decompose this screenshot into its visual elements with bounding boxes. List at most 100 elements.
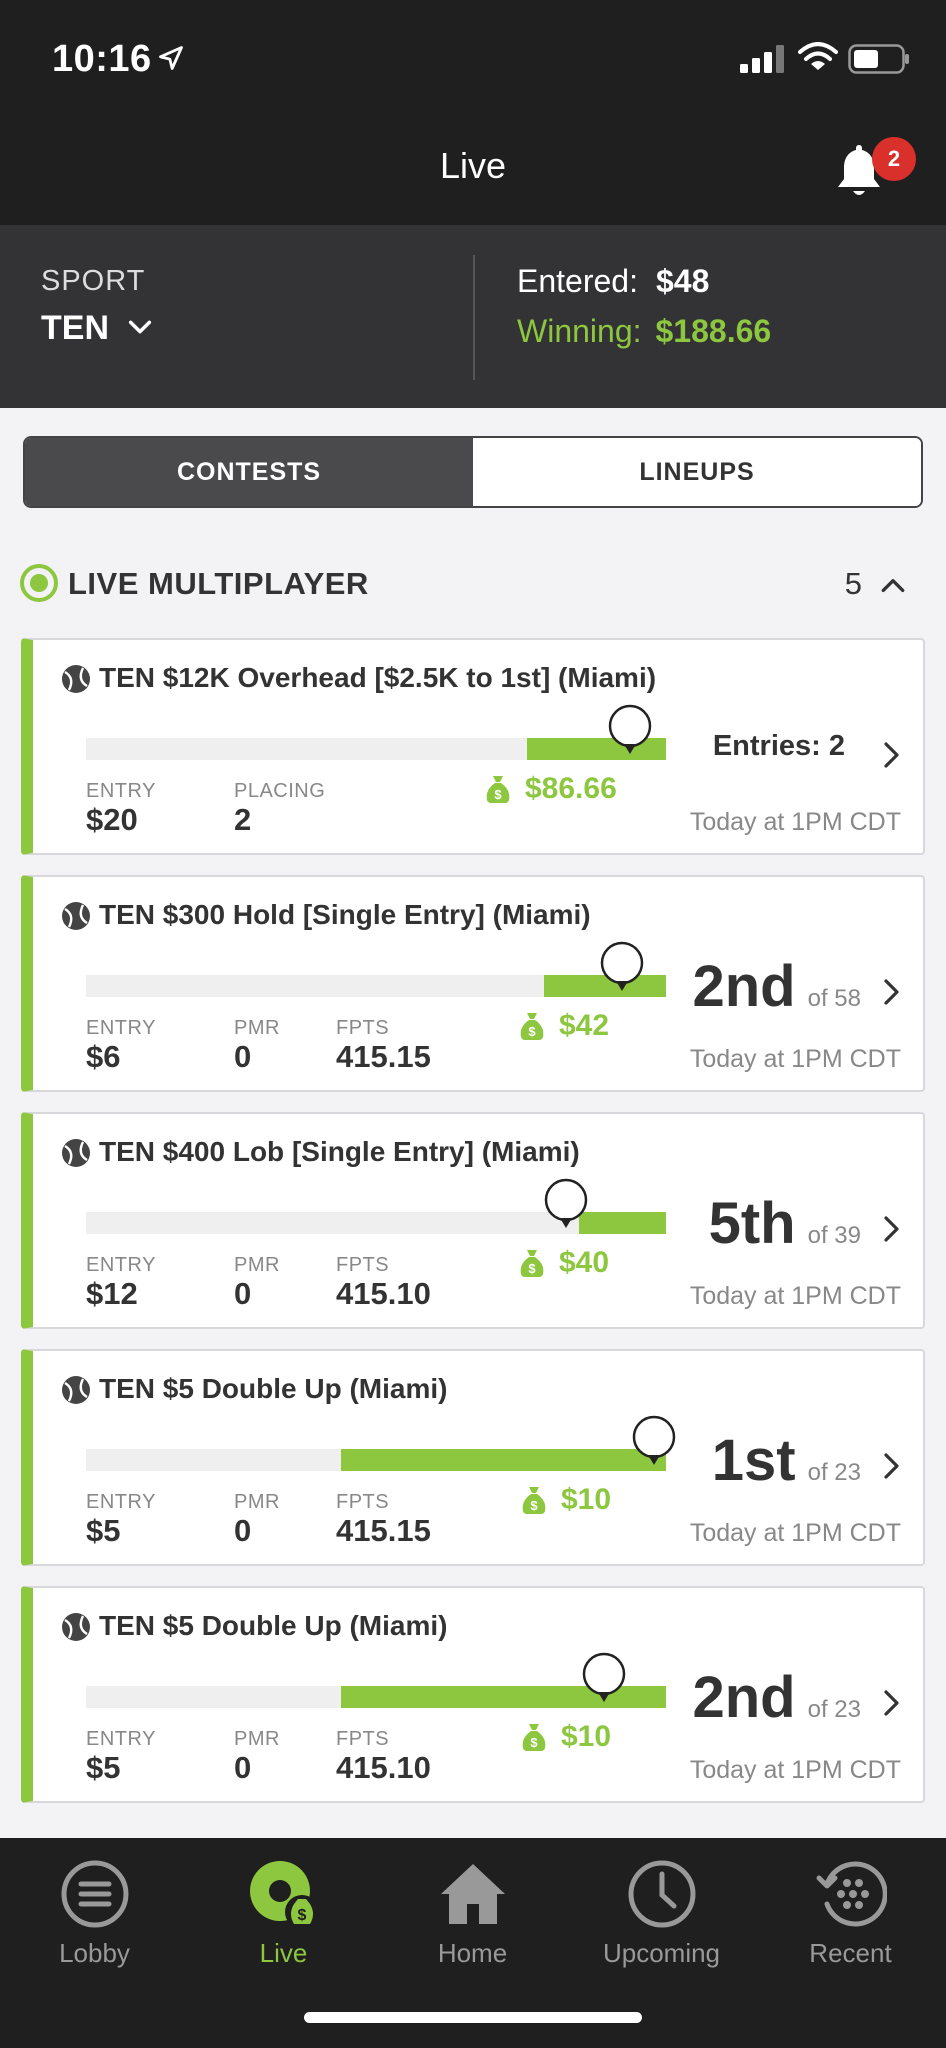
stat-label: ENTRY bbox=[86, 1017, 156, 1039]
stat-value: 2 bbox=[234, 802, 252, 837]
tab-upcoming[interactable]: Upcoming bbox=[567, 1858, 756, 1969]
stat-value: $6 bbox=[86, 1039, 121, 1074]
stat-value: 0 bbox=[234, 1513, 252, 1548]
tennis-ball-icon bbox=[62, 1139, 90, 1167]
live-multiplayer-header[interactable]: LIVE MULTIPLAYER 5 bbox=[20, 560, 926, 608]
rank-of-total: of 23 bbox=[807, 1696, 861, 1723]
rank-value: 2nd bbox=[692, 954, 796, 1019]
stat-label: ENTRY bbox=[86, 1728, 156, 1750]
tab-recent[interactable]: Recent bbox=[756, 1858, 945, 1969]
pin-marker-icon bbox=[582, 1652, 626, 1702]
clock-icon bbox=[628, 1860, 695, 1928]
status-time: 10:16 bbox=[52, 38, 152, 80]
pin-marker-icon bbox=[600, 941, 644, 991]
tab-label: Upcoming bbox=[602, 1938, 721, 1968]
prize-amount: $ $86.66 bbox=[485, 772, 617, 806]
money-bag-icon: $ bbox=[520, 1013, 544, 1040]
stat-label: PMR bbox=[234, 1491, 280, 1513]
chevron-right-icon[interactable] bbox=[881, 1451, 903, 1481]
prize-value: $10 bbox=[561, 1720, 612, 1753]
progress-track bbox=[86, 738, 666, 760]
tab-label: Live bbox=[259, 1938, 308, 1968]
stat-label: PLACING bbox=[234, 780, 326, 802]
stat-value: $20 bbox=[86, 802, 138, 837]
svg-text:$: $ bbox=[530, 1498, 538, 1513]
entries-count: Entries: 2 bbox=[712, 730, 845, 762]
progress-track bbox=[86, 975, 666, 997]
chevron-up-icon[interactable] bbox=[880, 572, 906, 598]
home-indicator bbox=[304, 2012, 642, 2023]
contest-name: TEN $5 Double Up (Miami) bbox=[99, 1373, 448, 1404]
tennis-ball-icon bbox=[62, 665, 90, 693]
rank-of-total: of 23 bbox=[807, 1459, 861, 1486]
rank-value: 2nd bbox=[692, 1665, 796, 1730]
contest-card[interactable]: TEN $5 Double Up (Miami) ENTRY $5 PMR 0 FPTS 4… bbox=[21, 1349, 925, 1566]
chevron-right-icon[interactable] bbox=[881, 1214, 903, 1244]
tab-lobby[interactable]: Lobby bbox=[0, 1858, 189, 1969]
sport-selector[interactable]: TEN bbox=[41, 309, 109, 348]
chevron-down-icon[interactable] bbox=[126, 313, 154, 341]
tab-label: Home bbox=[437, 1938, 508, 1968]
contest-name: TEN $12K Overhead [$2.5K to 1st] (Miami) bbox=[99, 662, 657, 693]
prize-value: $40 bbox=[559, 1246, 610, 1279]
rank-display: 1st of 23 bbox=[712, 1427, 861, 1494]
stat-value: 415.15 bbox=[336, 1513, 431, 1548]
stat-value: $12 bbox=[86, 1276, 138, 1311]
stat-value: 0 bbox=[234, 1276, 252, 1311]
svg-text:$: $ bbox=[494, 787, 502, 802]
section-title: LIVE MULTIPLAYER bbox=[68, 566, 369, 601]
page-title: Live bbox=[439, 145, 507, 186]
tab-lineups[interactable]: LINEUPS bbox=[473, 438, 921, 506]
stat-label: PMR bbox=[234, 1254, 280, 1276]
money-bag-icon: $ bbox=[522, 1487, 546, 1514]
entered-value: $48 bbox=[655, 263, 710, 299]
svg-text:$: $ bbox=[528, 1024, 536, 1039]
contest-card[interactable]: TEN $400 Lob [Single Entry] (Miami) ENTRY… bbox=[21, 1112, 925, 1329]
tab-contests[interactable]: CONTESTS bbox=[25, 438, 473, 506]
contest-card[interactable]: TEN $300 Hold [Single Entry] (Miami) ENTR… bbox=[21, 875, 925, 1092]
contest-name: TEN $5 Double Up (Miami) bbox=[99, 1610, 448, 1641]
svg-text:$: $ bbox=[297, 1907, 306, 1924]
stat-value: 415.10 bbox=[336, 1750, 431, 1785]
tab-live[interactable]: $ Live bbox=[189, 1858, 378, 1969]
notification-badge: 2 bbox=[872, 137, 916, 181]
live-money-icon: $ bbox=[249, 1861, 319, 1929]
tennis-ball-icon bbox=[62, 1376, 90, 1404]
stat-label: PMR bbox=[234, 1728, 280, 1750]
section-count: 5 bbox=[844, 566, 862, 601]
progress-fill bbox=[579, 1212, 666, 1234]
progress-track bbox=[86, 1686, 666, 1708]
rank-display: 5th of 39 bbox=[709, 1190, 861, 1257]
stat-value: $5 bbox=[86, 1750, 121, 1785]
contest-card[interactable]: TEN $12K Overhead [$2.5K to 1st] (Miami)… bbox=[21, 638, 925, 855]
contest-name: TEN $400 Lob [Single Entry] (Miami) bbox=[99, 1136, 580, 1167]
progress-track bbox=[86, 1449, 666, 1471]
rank-display: 2nd of 23 bbox=[692, 1664, 861, 1731]
prize-amount: $ $40 bbox=[519, 1246, 609, 1280]
contest-card[interactable]: TEN $5 Double Up (Miami) ENTRY $5 PMR 0 FPTS 4… bbox=[21, 1586, 925, 1803]
money-bag-icon: $ bbox=[520, 1250, 544, 1277]
summary-divider bbox=[473, 255, 475, 380]
svg-text:$: $ bbox=[528, 1261, 536, 1276]
rank-of-total: of 58 bbox=[807, 985, 861, 1012]
prize-amount: $ $10 bbox=[521, 1720, 611, 1754]
entered-label: Entered: bbox=[517, 263, 638, 299]
contest-start-time: Today at 1PM CDT bbox=[689, 1756, 901, 1784]
summary-panel: SPORT TEN Entered: $48 Winning: $188.66 bbox=[0, 225, 946, 408]
contests-lineups-toggle: CONTESTS LINEUPS bbox=[23, 436, 923, 508]
chevron-right-icon[interactable] bbox=[881, 1688, 903, 1718]
tennis-ball-icon bbox=[62, 1613, 90, 1641]
chevron-right-icon[interactable] bbox=[881, 740, 903, 770]
stat-label: FPTS bbox=[336, 1728, 390, 1750]
tab-home[interactable]: Home bbox=[378, 1858, 567, 1969]
stat-label: ENTRY bbox=[86, 780, 156, 802]
chevron-right-icon[interactable] bbox=[881, 977, 903, 1007]
rank-value: 1st bbox=[711, 1428, 796, 1493]
stat-value: 415.10 bbox=[336, 1276, 431, 1311]
money-bag-icon: $ bbox=[522, 1724, 546, 1751]
contest-start-time: Today at 1PM CDT bbox=[689, 1519, 901, 1547]
stat-label: ENTRY bbox=[86, 1491, 156, 1513]
tennis-ball-icon bbox=[62, 902, 90, 930]
rank-value: 5th bbox=[708, 1191, 796, 1256]
contest-start-time: Today at 1PM CDT bbox=[689, 808, 901, 836]
